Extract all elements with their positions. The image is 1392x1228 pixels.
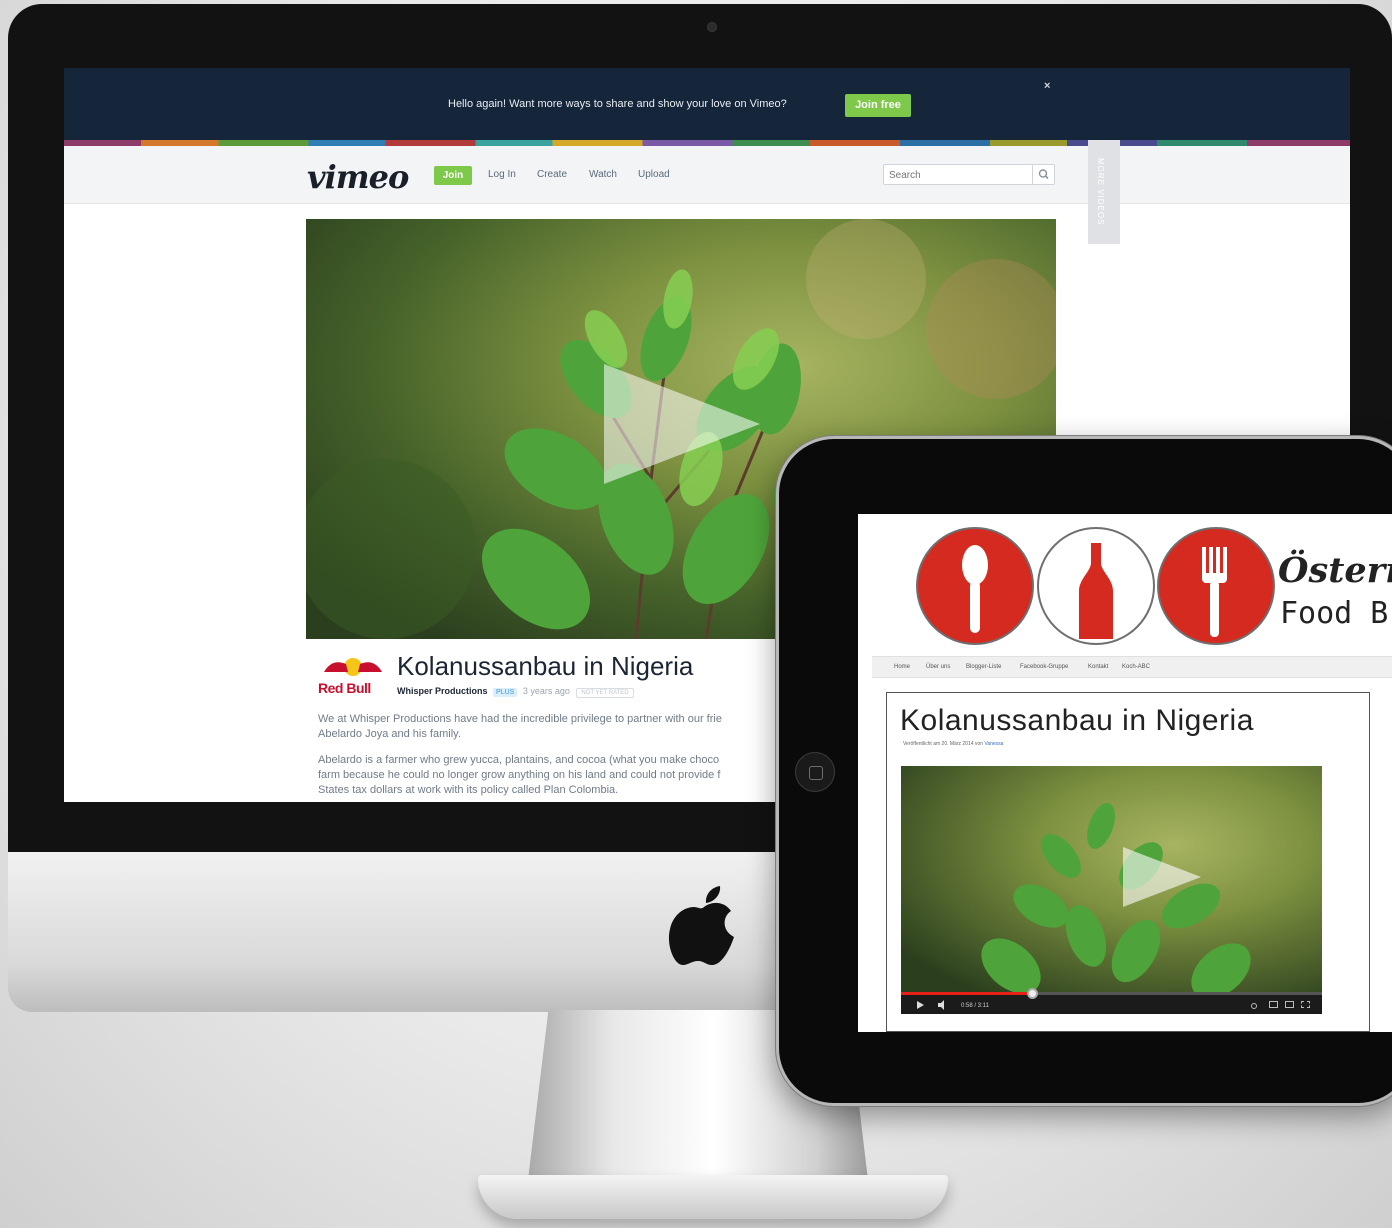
nav-link-upload[interactable]: Upload <box>638 169 670 180</box>
play-icon[interactable] <box>604 364 760 484</box>
player-time: 0:58 / 3:11 <box>961 1003 989 1009</box>
nav-link-create[interactable]: Create <box>537 169 567 180</box>
description-line: We at Whisper Productions have had the i… <box>318 713 722 725</box>
more-videos-label: MORE VIDEOS <box>1096 158 1105 226</box>
apple-logo-icon <box>668 886 734 965</box>
settings-icon[interactable] <box>1251 1003 1257 1009</box>
progress-bar[interactable] <box>901 988 1322 999</box>
description-line: States tax dollars at work with its poli… <box>318 784 619 796</box>
promo-banner: Hello again! Want more ways to share and… <box>64 68 1350 140</box>
embedded-video-thumbnail <box>901 766 1322 999</box>
blog-post: Kolanussanbau in Nigeria Veröffentlicht … <box>886 692 1370 1032</box>
upload-age: 3 years ago <box>522 686 570 696</box>
description-line: Abelardo Joya and his family. <box>318 728 461 740</box>
close-icon[interactable]: × <box>1044 80 1050 92</box>
author-link[interactable]: Whisper Productions <box>397 686 488 696</box>
imac-stand-foot <box>478 1175 948 1219</box>
nav-link-login[interactable]: Log In <box>488 169 516 180</box>
fork-icon <box>1157 527 1275 645</box>
home-button-icon[interactable] <box>795 752 835 792</box>
blog-nav-item[interactable]: Kontakt <box>1088 664 1108 670</box>
blog-nav-item[interactable]: Home <box>894 664 910 670</box>
blog-subtitle: Food B <box>1280 596 1389 631</box>
search-box <box>883 164 1055 185</box>
bulls-icon <box>324 658 382 676</box>
redbull-logo-text: Red Bull <box>318 680 371 696</box>
blog-nav: Home Über uns Blogger-Liste Facebook-Gru… <box>872 656 1392 678</box>
site-header: vimeo Join Log In Create Watch Upload <box>64 146 1350 204</box>
post-author-link[interactable]: Vanessa <box>984 741 1003 747</box>
search-input[interactable] <box>884 166 1032 185</box>
video-meta: Whisper Productions PLUS 3 years ago NOT… <box>397 686 634 698</box>
blog-nav-item[interactable]: Koch-ABC <box>1122 664 1150 670</box>
youtube-icon[interactable] <box>1269 1001 1278 1008</box>
scrubber-handle[interactable] <box>1026 988 1038 999</box>
search-icon[interactable] <box>1032 165 1054 184</box>
more-videos-tab[interactable]: MORE VIDEOS <box>1088 140 1120 244</box>
rating-badge: NOT YET RATED <box>576 688 634 698</box>
blog-nav-item[interactable]: Über uns <box>926 664 950 670</box>
join-button[interactable]: Join <box>434 166 472 185</box>
theater-mode-icon[interactable] <box>1285 1001 1294 1008</box>
post-title: Kolanussanbau in Nigeria <box>900 704 1254 737</box>
play-icon[interactable] <box>1123 847 1201 907</box>
blog-nav-item[interactable]: Blogger-Liste <box>966 664 1001 670</box>
blog-nav-item[interactable]: Facebook-Gruppe <box>1020 664 1068 670</box>
spoon-icon <box>916 527 1034 645</box>
fullscreen-icon[interactable] <box>1301 1001 1310 1008</box>
progress-fill <box>901 992 1032 995</box>
join-free-button[interactable]: Join free <box>845 94 911 117</box>
volume-icon[interactable] <box>937 1000 951 1010</box>
post-date: Veröffentlicht am 20. März 2014 von <box>903 741 983 747</box>
vimeo-logo[interactable]: vimeo <box>307 158 409 196</box>
description-line: farm because he could no longer grow any… <box>318 769 721 781</box>
post-meta: Veröffentlicht am 20. März 2014 von Vane… <box>903 741 1003 747</box>
plus-badge: PLUS <box>493 688 518 697</box>
video-title: Kolanussanbau in Nigeria <box>397 651 694 681</box>
bottle-icon <box>1037 527 1155 645</box>
blog-title: Österrei <box>1278 550 1392 591</box>
play-small-icon[interactable] <box>915 1000 925 1010</box>
banner-text: Hello again! Want more ways to share and… <box>448 98 787 110</box>
description-line: Abelardo is a farmer who grew yucca, pla… <box>318 754 720 766</box>
nav-link-watch[interactable]: Watch <box>589 169 617 180</box>
camera-icon <box>707 22 717 32</box>
redbull-logo: Red Bull <box>318 654 388 698</box>
embedded-video-player[interactable]: 0:58 / 3:11 <box>901 766 1322 1014</box>
tablet-viewport: Österrei Food B Home Über uns Blogger-Li… <box>858 514 1392 1032</box>
